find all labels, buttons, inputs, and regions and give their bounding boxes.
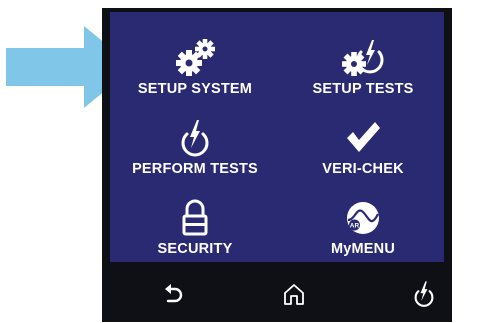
veri-chek-button[interactable]: VERI-CHEK [288,98,438,178]
gears-icon [172,36,218,80]
home-button[interactable] [274,274,314,314]
back-arrow-icon [165,284,183,303]
setup-system-button[interactable]: SETUP SYSTEM [120,18,270,98]
setup-tests-label: SETUP TESTS [312,81,414,97]
bottom-nav-bar [102,266,452,322]
security-label: SECURITY [157,241,233,257]
main-menu: SETUP SYSTEM SETUP TESTS PERFORM TESTS V… [110,12,444,262]
power-bolt-icon [414,281,434,307]
device-screen: SETUP SYSTEM SETUP TESTS PERFORM TESTS V… [102,8,452,322]
power-button[interactable] [404,274,444,314]
padlock-icon [175,196,215,240]
svg-text:AR: AR [350,222,360,229]
home-icon [284,284,304,305]
security-button[interactable]: SECURITY [120,178,270,258]
gear-power-icon [340,36,386,80]
veri-chek-label: VERI-CHEK [322,161,404,177]
setup-tests-button[interactable]: SETUP TESTS [288,18,438,98]
checkmark-icon [343,116,383,160]
back-button[interactable] [154,274,194,314]
perform-tests-button[interactable]: PERFORM TESTS [120,98,270,178]
mymenu-button[interactable]: AR MyMENU [288,178,438,258]
ar-logo-icon: AR [343,196,383,240]
mymenu-label: MyMENU [330,241,396,257]
setup-system-label: SETUP SYSTEM [137,81,253,97]
perform-tests-label: PERFORM TESTS [132,161,258,177]
power-bolt-icon [175,116,215,160]
